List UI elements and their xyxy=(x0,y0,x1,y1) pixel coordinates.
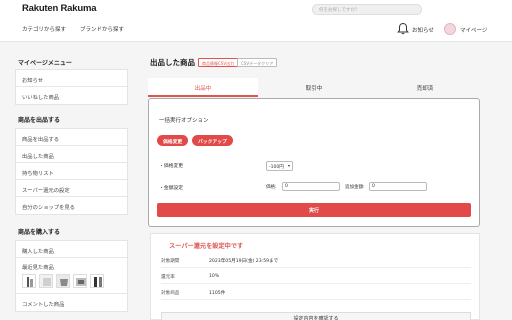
price-input-label: 価格: xyxy=(266,185,277,190)
product-thumbnail[interactable] xyxy=(56,274,70,288)
info-row: 対象商品 1105件 xyxy=(161,287,471,300)
add-amount-input[interactable]: 0 xyxy=(369,182,427,191)
csv-clear-button[interactable]: CSVデータクリア xyxy=(237,58,278,67)
sidebar-item-purchased[interactable]: 購入した商品 xyxy=(16,241,127,258)
product-thumbnail[interactable] xyxy=(73,274,87,288)
tab-sold[interactable]: 売却済 xyxy=(370,78,480,97)
notice-title: スーパー還元を設定中です xyxy=(169,243,244,250)
sidebar-item-my-shop[interactable]: 自分のショップを見る xyxy=(16,197,127,214)
info-value: 10% xyxy=(209,274,220,279)
info-value: 1105件 xyxy=(209,291,226,296)
page-title: 出品した商品 xyxy=(150,58,195,67)
info-label: 還元率 xyxy=(161,275,175,280)
info-value: 2023年05月19日(金) 23:59まで xyxy=(209,259,279,264)
sidebar-sell-menu: 商品を出品する 出品した商品 持ち物リスト スーパー還元の設定 自分のショップを… xyxy=(15,128,128,215)
info-label: 対象商品 xyxy=(161,291,180,296)
sidebar-mypage-title: マイページメニュー xyxy=(18,60,72,67)
avatar[interactable] xyxy=(444,23,456,35)
confirm-settings-button[interactable]: 設定内容を確認する xyxy=(161,312,471,320)
info-row: 還元率 10% xyxy=(161,271,471,284)
sidebar-item-commented[interactable]: コメントした商品 xyxy=(16,294,127,311)
add-amount-label: 追加金額: xyxy=(345,185,365,190)
execute-button[interactable]: 実行 xyxy=(157,203,471,217)
site-header: Rakuten Rakuma カテゴリから探す ブランドから探す 何をお探しです… xyxy=(0,0,512,42)
price-change-label: ・価格変更 xyxy=(159,164,183,169)
sidebar-item-liked[interactable]: いいねした商品 xyxy=(16,87,127,104)
super-rebate-notice: スーパー還元を設定中です 対象期間 2023年05月19日(金) 23:59まで… xyxy=(150,233,480,320)
rakuma-logo[interactable]: Rakuten Rakuma xyxy=(22,3,96,14)
amount-setting-label: ・金額設定 xyxy=(159,186,183,191)
backup-button[interactable]: バックアップ xyxy=(192,135,233,146)
product-thumbnail[interactable] xyxy=(90,274,104,288)
search-input[interactable]: 何をお探しですか？ xyxy=(312,4,422,15)
price-change-select[interactable]: -100円 ▾ xyxy=(266,161,293,171)
sidebar-item-recently-viewed[interactable]: 最近見た商品 xyxy=(16,258,127,294)
bell-icon[interactable] xyxy=(397,22,409,35)
product-thumbnail[interactable] xyxy=(22,274,36,288)
sidebar-item-notifications[interactable]: お知らせ xyxy=(16,70,127,87)
sidebar-mypage-menu: お知らせ いいねした商品 xyxy=(15,69,128,105)
info-label: 対象期間 xyxy=(161,259,180,264)
sidebar-item-super-rebate[interactable]: スーパー還元の設定 xyxy=(16,180,127,197)
tab-listing[interactable]: 出品中 xyxy=(148,78,258,97)
sidebar-sell-title: 商品を出品する xyxy=(18,117,61,124)
price-change-button[interactable]: 価格変更 xyxy=(157,135,189,146)
bulk-options-title: 一括実行オプション xyxy=(159,118,209,124)
chevron-down-icon: ▾ xyxy=(287,163,290,168)
listing-tabs: 出品中 取引中 売却済 xyxy=(148,78,480,97)
csv-export-button[interactable]: 商品情報CSV出力 xyxy=(198,58,239,67)
product-thumbnail[interactable] xyxy=(39,274,53,288)
recently-viewed-label: 最近見た商品 xyxy=(22,265,54,271)
sidebar-item-belongings[interactable]: 持ち物リスト xyxy=(16,163,127,180)
price-select-value: -100円 xyxy=(269,164,284,170)
nav-browse-brand[interactable]: ブランドから探す xyxy=(80,25,124,33)
nav-browse-category[interactable]: カテゴリから探す xyxy=(22,25,66,33)
sidebar-buy-title: 商品を購入する xyxy=(18,229,61,236)
tab-in-transaction[interactable]: 取引中 xyxy=(259,78,369,97)
mypage-link[interactable]: マイページ xyxy=(460,26,487,34)
notifications-link[interactable]: お知らせ xyxy=(412,26,434,34)
info-row: 対象期間 2023年05月19日(金) 23:59まで xyxy=(161,255,471,268)
bulk-options-panel: 一括実行オプション 価格変更 バックアップ ・価格変更 -100円 ▾ ・金額設… xyxy=(148,98,480,227)
price-input[interactable]: 0 xyxy=(282,182,340,191)
sidebar-item-list-item[interactable]: 商品を出品する xyxy=(16,129,127,146)
sidebar-item-listed-items[interactable]: 出品した商品 xyxy=(16,146,127,163)
sidebar-buy-menu: 購入した商品 最近見た商品 コメントした商品 xyxy=(15,240,128,312)
recent-thumbnails xyxy=(22,274,121,288)
